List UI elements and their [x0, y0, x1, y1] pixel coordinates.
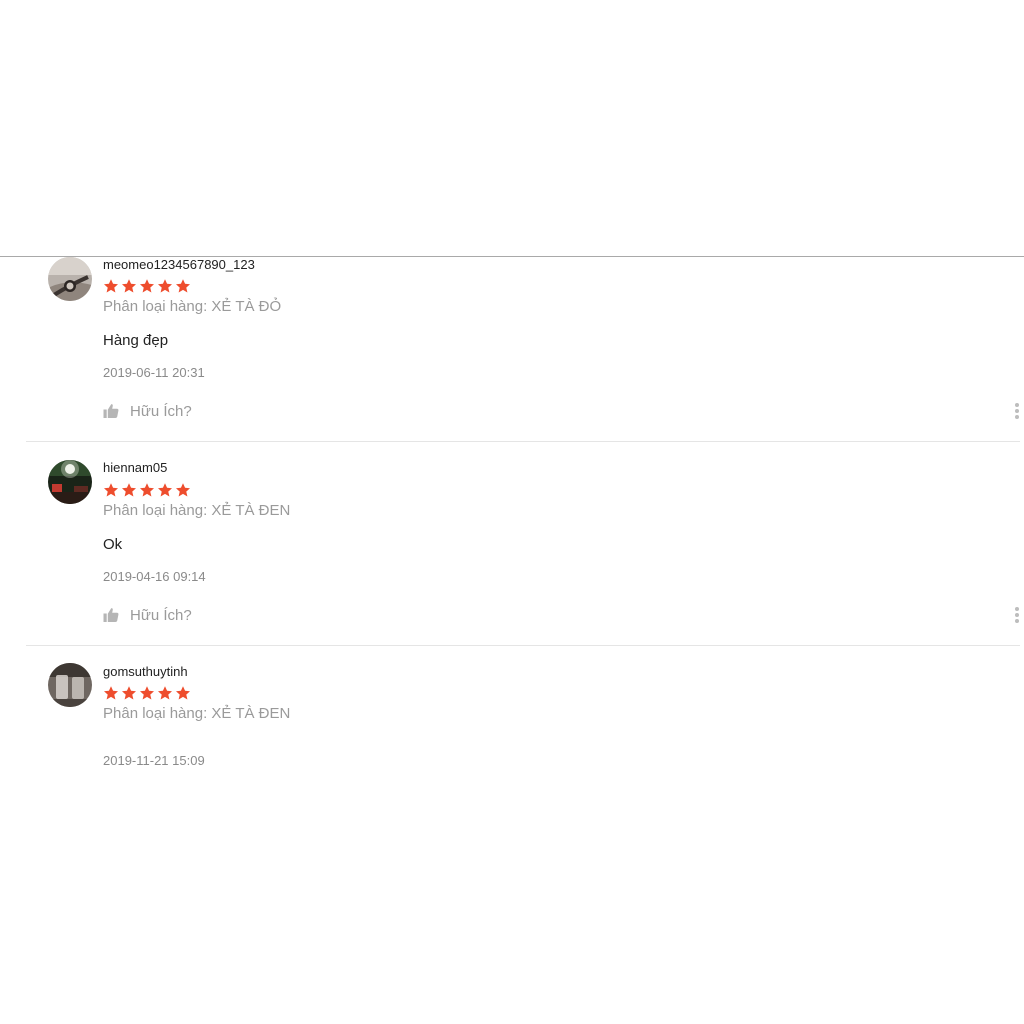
- more-dot-icon: [1015, 409, 1019, 413]
- more-dot-icon: [1015, 607, 1019, 611]
- review-divider: [26, 441, 1020, 442]
- more-dot-icon: [1015, 403, 1019, 407]
- helpful-label: Hữu Ích?: [130, 402, 192, 420]
- more-options-button[interactable]: [1012, 605, 1022, 625]
- star-icon: [122, 279, 136, 293]
- helpful-button[interactable]: Hữu Ích?: [103, 605, 192, 625]
- helpful-button[interactable]: Hữu Ích?: [103, 401, 192, 421]
- review-divider: [26, 645, 1020, 646]
- more-dot-icon: [1015, 619, 1019, 623]
- star-rating: [103, 482, 191, 498]
- star-icon: [176, 686, 190, 700]
- product-variation: Phân loại hàng: XẺ TÀ ĐEN: [103, 502, 291, 519]
- star-icon: [140, 483, 154, 497]
- star-icon: [104, 686, 118, 700]
- review-timestamp: 2019-06-11 20:31: [103, 365, 205, 380]
- star-icon: [158, 483, 172, 497]
- star-icon: [122, 686, 136, 700]
- review-comment: Hàng đẹp: [103, 332, 169, 349]
- star-icon: [140, 279, 154, 293]
- avatar-glassware-photo: [48, 663, 92, 707]
- star-icon: [158, 279, 172, 293]
- star-icon: [104, 483, 118, 497]
- avatar-wrist-watch-photo: [48, 257, 92, 301]
- user-avatar[interactable]: [48, 257, 92, 301]
- reviewer-username[interactable]: hiennam05: [103, 460, 167, 475]
- star-icon: [122, 483, 136, 497]
- more-dot-icon: [1015, 415, 1019, 419]
- star-icon: [176, 279, 190, 293]
- thumbs-up-icon: [103, 404, 119, 418]
- helpful-label: Hữu Ích?: [130, 606, 192, 624]
- star-icon: [158, 686, 172, 700]
- avatar-night-street-photo: [48, 460, 92, 504]
- product-variation: Phân loại hàng: XẺ TÀ ĐEN: [103, 705, 291, 722]
- review-timestamp: 2019-04-16 09:14: [103, 569, 206, 584]
- star-icon: [140, 686, 154, 700]
- user-avatar[interactable]: [48, 663, 92, 707]
- more-dot-icon: [1015, 613, 1019, 617]
- review-item: gomsuthuytinh Phân loại hàng: XẺ TÀ ĐEN …: [0, 663, 1024, 793]
- review-item: hiennam05 Phân loại hàng: XẺ TÀ ĐEN Ok 2…: [0, 460, 1024, 646]
- user-avatar[interactable]: [48, 460, 92, 504]
- reviewer-username[interactable]: meomeo1234567890_123: [103, 257, 255, 272]
- star-rating: [103, 278, 191, 294]
- star-icon: [104, 279, 118, 293]
- reviewer-username[interactable]: gomsuthuytinh: [103, 664, 188, 679]
- more-options-button[interactable]: [1012, 401, 1022, 421]
- thumbs-up-icon: [103, 608, 119, 622]
- review-timestamp: 2019-11-21 15:09: [103, 753, 205, 768]
- star-rating: [103, 685, 191, 701]
- star-icon: [176, 483, 190, 497]
- product-variation: Phân loại hàng: XẺ TÀ ĐỎ: [103, 298, 282, 315]
- review-comment: Ok: [103, 536, 123, 553]
- review-item: meomeo1234567890_123 Phân loại hàng: XẺ …: [0, 256, 1024, 442]
